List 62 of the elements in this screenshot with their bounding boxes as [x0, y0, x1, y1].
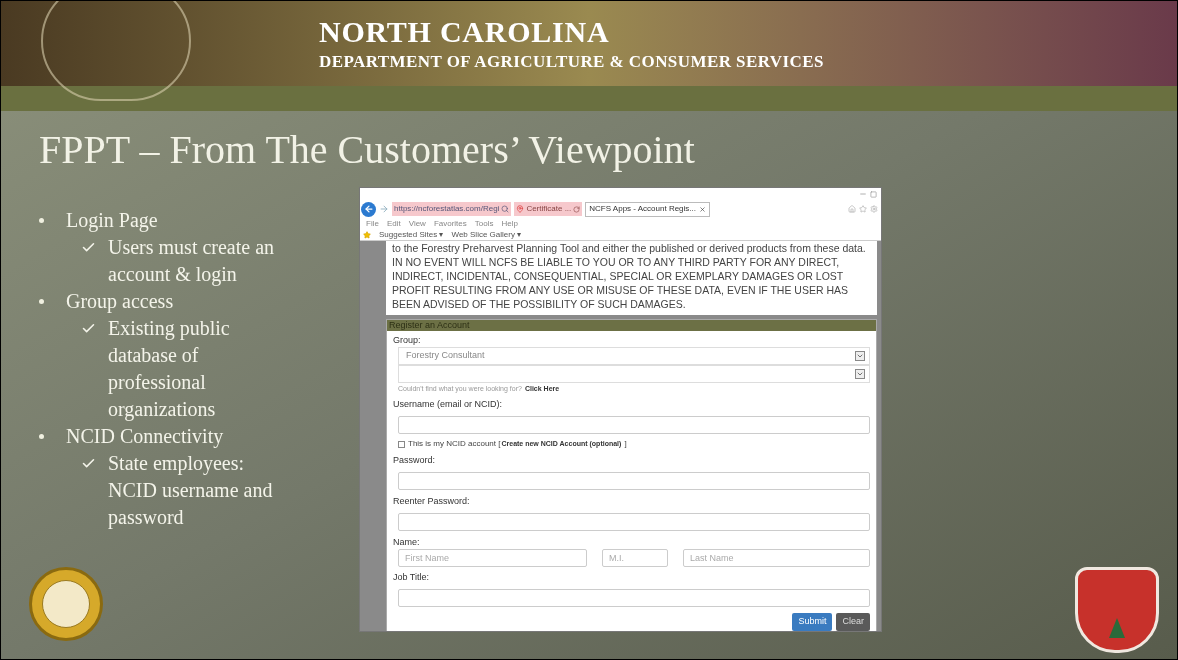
sub-bullet-text: Existing public database of professional organizations — [108, 316, 231, 423]
bullet-text: Login Page — [66, 208, 158, 234]
text-field[interactable] — [398, 472, 870, 490]
favorites-star-icon[interactable] — [363, 230, 371, 239]
bullet-text: Group access — [66, 289, 174, 315]
field-label: Name: — [393, 536, 420, 548]
clear-button[interactable]: Clear — [836, 613, 870, 631]
back-arrow-icon — [363, 204, 374, 214]
back-button[interactable] — [361, 201, 376, 217]
disclaimer-text: to the Forestry Preharvest Planning Tool and either the published or derived products from these data. IN NO EVENT WILL NCFS BE LIABLE TO YOU OR TO ANY THIRD PARTY FOR ANY DIRECT, INDIRECT, INCIDENTAL, CONSEQUENTIAL, SPECIAL OR EXEMPLARY DAMAGES OR LOST PROFIT RESULTING FROM ANY USE OR MISUSE OF THESE DATA, EVEN IF THE USER HAS BEEN ADVISED OF THE POSSIBILITY OF SUCH DAMAGES. — [392, 241, 867, 311]
favorites-link[interactable]: Suggested Sites ▾ — [379, 228, 444, 241]
forward-icon[interactable] — [379, 204, 389, 214]
header-subtitle: DEPARTMENT OF AGRICULTURE & CONSUMER SERVICES — [319, 50, 824, 73]
maximize-icon[interactable] — [870, 190, 877, 198]
bullet-icon — [39, 299, 44, 304]
star-icon[interactable] — [859, 205, 867, 213]
close-icon[interactable] — [699, 205, 706, 213]
menu-item[interactable]: Edit — [386, 217, 401, 230]
menu-item[interactable]: Help — [501, 217, 518, 230]
tab-label: NCFS Apps - Account Regis... — [589, 203, 696, 215]
forest-service-shield-icon — [1075, 567, 1159, 653]
dropdown-icon[interactable] — [855, 369, 865, 379]
field-label: Group: — [393, 334, 421, 346]
text-field[interactable]: First Name — [398, 549, 587, 567]
menu-item[interactable]: View — [408, 217, 426, 230]
text-field[interactable]: Last Name — [683, 549, 870, 567]
text-field[interactable] — [398, 513, 870, 531]
text-field[interactable] — [398, 416, 870, 434]
refresh-icon[interactable] — [573, 205, 581, 213]
ncid-checkbox[interactable] — [398, 440, 405, 448]
certificate-text: Certificate ... — [526, 203, 572, 215]
field-label: Username (email or NCID): — [393, 398, 503, 410]
text-field[interactable]: M.I. — [602, 549, 668, 567]
field-label: Password: — [393, 454, 436, 466]
home-icon[interactable] — [848, 205, 856, 213]
slide-title: FPPT – From The Customers’ Viewpoint — [38, 126, 696, 174]
minimize-icon[interactable] — [859, 190, 867, 198]
bullet-icon — [39, 434, 44, 439]
text-field[interactable] — [398, 589, 870, 607]
group-select[interactable]: Forestry Consultant — [398, 347, 870, 365]
header-title: NORTH CAROLINA — [319, 13, 611, 50]
field-label: Reenter Password: — [393, 495, 470, 507]
sub-bullet-text: State employees: NCID username and password — [108, 451, 274, 531]
menu-item[interactable]: Tools — [474, 217, 494, 230]
field-label: Job Title: — [393, 571, 430, 583]
browser-tab[interactable]: NCFS Apps - Account Regis... — [585, 201, 710, 217]
menu-item[interactable]: Favorites — [433, 217, 467, 230]
address-field[interactable]: https://ncforestatlas.com/Regi — [392, 202, 512, 216]
favorites-link[interactable]: Web Slice Gallery ▾ — [451, 228, 522, 241]
dropdown-icon[interactable] — [855, 351, 865, 361]
checkbox-label: This is my NCID account [ — [408, 438, 501, 450]
pin-icon — [516, 205, 525, 213]
sub-bullet-text: Users must create an account & login — [108, 235, 276, 288]
bullet-text: NCID Connectivity — [66, 424, 224, 450]
settings-icon[interactable] — [870, 205, 878, 213]
menu-item[interactable]: File — [366, 217, 379, 230]
bullet-icon — [39, 218, 44, 223]
submit-button[interactable]: Submit — [792, 613, 833, 631]
address-text: https://ncforestatlas.com/Regi — [394, 203, 500, 215]
certificate-error-badge[interactable]: Certificate ... — [514, 202, 583, 216]
search-icon[interactable] — [501, 205, 510, 213]
closing-bracket: ] — [624, 438, 627, 450]
